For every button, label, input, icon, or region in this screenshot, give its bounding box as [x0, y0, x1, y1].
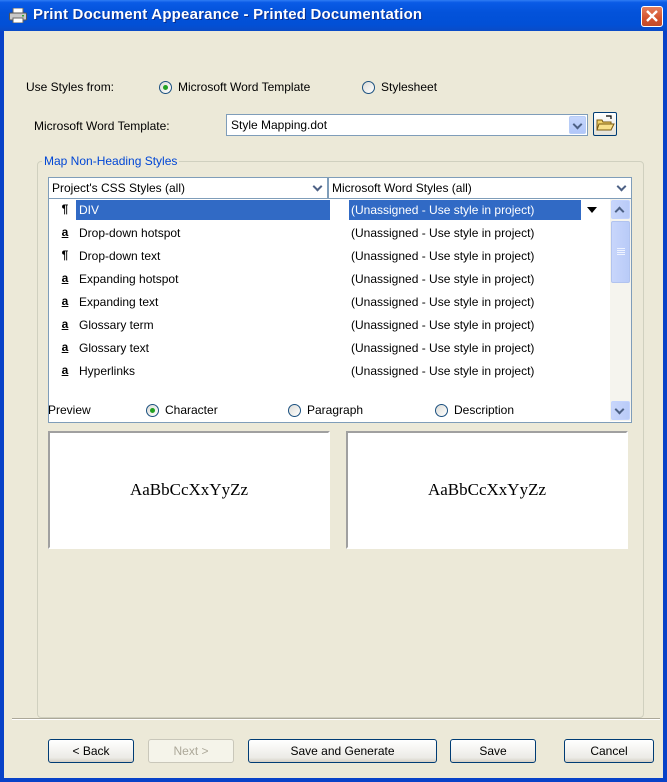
radio-description-label[interactable]: Description	[454, 403, 514, 417]
word-style-value: (Unassigned - Use style in project)	[351, 318, 535, 332]
table-row[interactable]: a Drop-down hotspot (Unassigned - Use styl…	[49, 222, 609, 245]
style-mapping-grid[interactable]: ¶ DIV (Unassigned - Use style in project) a…	[48, 199, 632, 423]
project-style-name: Glossary text	[79, 341, 150, 355]
word-style-value: (Unassigned - Use style in project)	[351, 272, 535, 286]
project-styles-dropdown[interactable]	[311, 181, 325, 195]
printer-icon	[9, 8, 27, 23]
scroll-down-button[interactable]	[611, 401, 630, 420]
word-style-dropdown-arrow-icon[interactable]	[587, 207, 597, 213]
chevron-up-icon	[614, 206, 625, 217]
word-styles-filter[interactable]: Microsoft Word Styles (all)	[328, 177, 632, 199]
scroll-thumb[interactable]	[611, 221, 630, 283]
preview-right-pane: AaBbCcXxYyZz	[346, 431, 628, 549]
preview-left-pane: AaBbCcXxYyZz	[48, 431, 330, 549]
button-separator	[12, 718, 660, 720]
use-styles-label: Use Styles from:	[26, 80, 115, 94]
table-row[interactable]: a Glossary text (Unassigned - Use style in…	[49, 337, 609, 360]
character-style-icon: a	[61, 225, 69, 239]
project-style-name: Drop-down text	[79, 249, 161, 263]
dialog-client-area: Use Styles from: Microsoft Word Template…	[4, 31, 663, 778]
open-folder-icon	[596, 115, 615, 131]
preview-right-sample: AaBbCcXxYyZz	[427, 480, 547, 499]
word-style-value: (Unassigned - Use style in project)	[351, 364, 535, 378]
preview-label: Preview	[48, 403, 91, 417]
word-template-dropdown-button[interactable]	[569, 116, 586, 134]
radio-word-template-label[interactable]: Microsoft Word Template	[178, 80, 310, 94]
save-button[interactable]: Save	[450, 739, 536, 763]
character-style-icon: a	[61, 294, 69, 308]
word-style-value: (Unassigned - Use style in project)	[351, 295, 535, 309]
project-styles-filter-value: Project's CSS Styles (all)	[52, 181, 185, 195]
project-style-name: Hyperlinks	[79, 364, 136, 378]
word-template-value: Style Mapping.dot	[231, 118, 328, 132]
project-style-name: DIV	[79, 203, 100, 217]
project-styles-filter[interactable]: Project's CSS Styles (all)	[48, 177, 328, 199]
paragraph-style-icon: ¶	[61, 202, 69, 216]
chevron-down-icon	[614, 404, 625, 415]
word-style-value: (Unassigned - Use style in project)	[351, 226, 535, 240]
radio-stylesheet-label[interactable]: Stylesheet	[381, 80, 437, 94]
word-template-label: Microsoft Word Template:	[34, 119, 170, 133]
word-style-value[interactable]: (Unassigned - Use style in project)	[351, 203, 534, 217]
word-style-value: (Unassigned - Use style in project)	[351, 341, 535, 355]
chevron-down-icon	[616, 181, 627, 192]
word-styles-filter-value: Microsoft Word Styles (all)	[332, 181, 472, 195]
radio-character[interactable]	[146, 404, 159, 417]
grid-scrollbar[interactable]	[610, 199, 631, 421]
next-button[interactable]: Next >	[148, 739, 234, 763]
word-style-value: (Unassigned - Use style in project)	[351, 249, 535, 263]
chevron-down-icon	[312, 181, 323, 192]
project-style-name: Expanding hotspot	[79, 272, 179, 286]
close-icon	[646, 10, 658, 22]
project-style-name: Expanding text	[79, 295, 159, 309]
table-row[interactable]: a Expanding hotspot (Unassigned - Use styl…	[49, 268, 609, 291]
table-row[interactable]: ¶ Drop-down text (Unassigned - Use style i…	[49, 245, 609, 268]
scroll-up-button[interactable]	[611, 200, 630, 219]
character-style-icon: a	[61, 317, 69, 331]
radio-paragraph-label[interactable]: Paragraph	[307, 403, 363, 417]
close-button[interactable]	[641, 6, 663, 27]
radio-paragraph[interactable]	[288, 404, 301, 417]
paragraph-style-icon: ¶	[61, 248, 69, 262]
table-row[interactable]: a Expanding text (Unassigned - Use style i…	[49, 291, 609, 314]
browse-template-button[interactable]	[593, 112, 617, 136]
dialog-window: Print Document Appearance - Printed Docu…	[0, 0, 667, 782]
radio-word-template[interactable]	[159, 81, 172, 94]
back-button[interactable]: < Back	[48, 739, 134, 763]
table-row[interactable]: a Glossary term (Unassigned - Use style in…	[49, 314, 609, 337]
character-style-icon: a	[61, 363, 69, 377]
radio-stylesheet[interactable]	[362, 81, 375, 94]
table-row[interactable]: ¶ DIV (Unassigned - Use style in project)	[49, 199, 609, 222]
project-style-name: Glossary term	[79, 318, 154, 332]
map-styles-group-title: Map Non-Heading Styles	[42, 154, 180, 168]
cancel-button[interactable]: Cancel	[564, 739, 654, 763]
chevron-down-icon	[572, 119, 583, 130]
word-template-combo[interactable]: Style Mapping.dot	[226, 114, 588, 136]
save-and-generate-button[interactable]: Save and Generate	[248, 739, 437, 763]
preview-left-sample: AaBbCcXxYyZz	[129, 480, 249, 499]
character-style-icon: a	[61, 271, 69, 285]
word-styles-dropdown[interactable]	[615, 181, 629, 195]
table-row[interactable]: a Hyperlinks (Unassigned - Use style in pr…	[49, 360, 609, 383]
radio-character-label[interactable]: Character	[165, 403, 218, 417]
project-style-name: Drop-down hotspot	[79, 226, 181, 240]
window-title: Print Document Appearance - Printed Docu…	[33, 6, 423, 23]
character-style-icon: a	[61, 340, 69, 354]
title-bar[interactable]: Print Document Appearance - Printed Docu…	[0, 0, 667, 31]
radio-description[interactable]	[435, 404, 448, 417]
